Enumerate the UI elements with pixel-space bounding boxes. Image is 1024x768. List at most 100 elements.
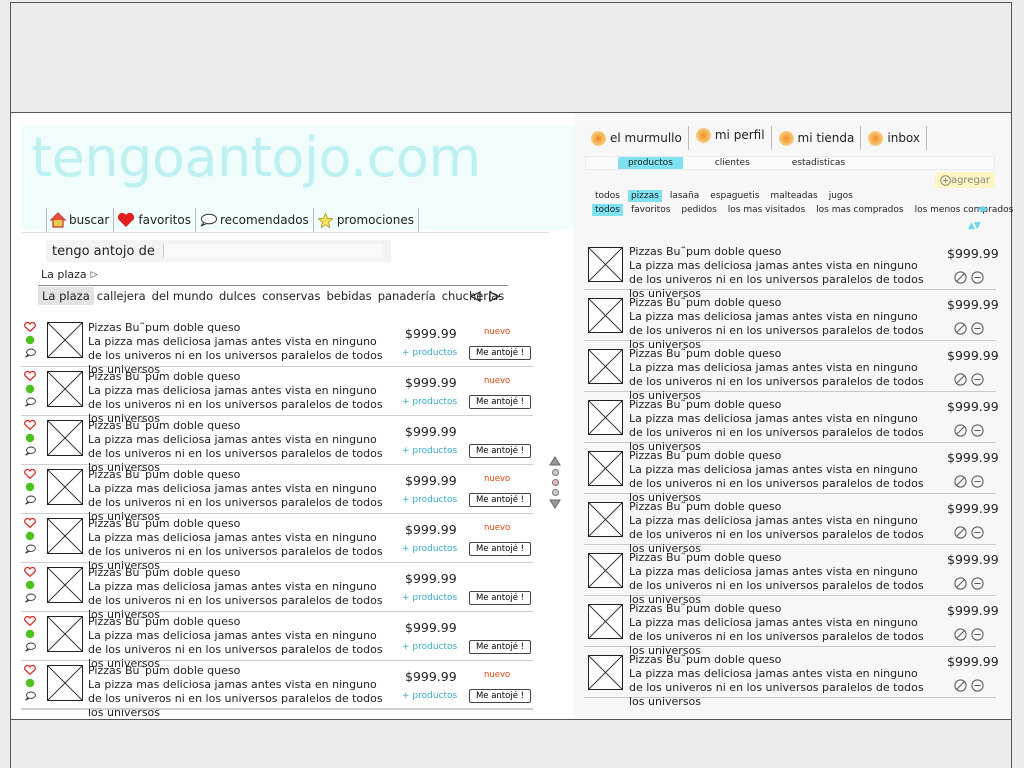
- product-title[interactable]: Pizzas Bu˜pum doble queso: [88, 615, 240, 628]
- product-image-placeholder[interactable]: [588, 298, 623, 333]
- disable-icon[interactable]: [954, 322, 967, 335]
- store-list-item[interactable]: Pizzas Bu˜pum doble queso La pizza mas d…: [584, 239, 999, 300]
- product-title[interactable]: Pizzas Bu˜pum doble queso: [629, 653, 781, 666]
- product-image-placeholder[interactable]: [588, 349, 623, 384]
- heart-outline-icon[interactable]: [24, 420, 36, 430]
- more-products-link[interactable]: + productos: [402, 544, 457, 554]
- list-item[interactable]: Pizzas Bu˜pum doble queso La pizza mas d…: [21, 367, 533, 425]
- product-title[interactable]: Pizzas Bu˜pum doble queso: [629, 551, 781, 564]
- product-image-placeholder[interactable]: [588, 502, 623, 537]
- filter-option[interactable]: pedidos: [678, 204, 719, 216]
- disable-icon[interactable]: [954, 526, 967, 539]
- product-image-placeholder[interactable]: [588, 553, 623, 588]
- disable-icon[interactable]: [954, 373, 967, 386]
- category-tab[interactable]: del mundo: [149, 289, 216, 303]
- nav-promociones[interactable]: promociones: [312, 208, 419, 232]
- list-item[interactable]: Pizzas Bu˜pum doble queso La pizza mas d…: [21, 465, 533, 523]
- heart-outline-icon[interactable]: [24, 567, 36, 577]
- crave-button[interactable]: Me antojé !: [469, 689, 531, 703]
- store-list-item[interactable]: Pizzas Bu˜pum doble queso La pizza mas d…: [584, 443, 999, 504]
- product-title[interactable]: Pizzas Bu˜pum doble queso: [629, 347, 781, 360]
- subtab-productos[interactable]: productos: [618, 157, 683, 169]
- comment-icon[interactable]: [24, 593, 36, 603]
- arrow-right-icon[interactable]: [489, 290, 500, 302]
- store-list-item[interactable]: Pizzas Bu˜pum doble queso La pizza mas d…: [584, 647, 999, 708]
- product-title[interactable]: Pizzas Bu˜pum doble queso: [88, 468, 240, 481]
- filter-option[interactable]: espaguetis: [707, 190, 762, 202]
- add-product-button[interactable]: agregar: [935, 172, 995, 188]
- heart-outline-icon[interactable]: [24, 518, 36, 528]
- list-item[interactable]: Pizzas Bu˜pum doble queso La pizza mas d…: [21, 563, 533, 621]
- disable-icon[interactable]: [954, 475, 967, 488]
- more-products-link[interactable]: + productos: [402, 691, 457, 701]
- tab-el-murmullo[interactable]: el murmullo: [591, 126, 689, 150]
- crave-button[interactable]: Me antojé !: [469, 591, 531, 605]
- comment-icon[interactable]: [24, 348, 36, 358]
- tab-mi-perfil[interactable]: mi perfil: [695, 126, 772, 150]
- disable-icon[interactable]: [954, 271, 967, 284]
- product-image-placeholder[interactable]: [588, 400, 623, 435]
- filter-option[interactable]: favoritos: [628, 204, 673, 216]
- category-tab[interactable]: La plaza: [38, 286, 94, 305]
- heart-outline-icon[interactable]: [24, 665, 36, 675]
- product-image-placeholder[interactable]: [47, 665, 83, 701]
- disable-icon[interactable]: [954, 424, 967, 437]
- more-products-link[interactable]: + productos: [402, 348, 457, 358]
- sort-up-down-icon[interactable]: ▲▼: [968, 221, 981, 231]
- product-title[interactable]: Pizzas Bu˜pum doble queso: [88, 664, 240, 677]
- store-list-item[interactable]: Pizzas Bu˜pum doble queso La pizza mas d…: [584, 494, 999, 555]
- page-dot-active[interactable]: [551, 479, 559, 486]
- product-image-placeholder[interactable]: [47, 420, 83, 456]
- store-list-item[interactable]: Pizzas Bu˜pum doble queso La pizza mas d…: [584, 545, 999, 606]
- product-image-placeholder[interactable]: [47, 567, 83, 603]
- store-list-item[interactable]: Pizzas Bu˜pum doble queso La pizza mas d…: [584, 392, 999, 453]
- heart-outline-icon[interactable]: [24, 322, 36, 332]
- store-list-item[interactable]: Pizzas Bu˜pum doble queso La pizza mas d…: [584, 290, 999, 351]
- category-tab[interactable]: dulces: [216, 289, 259, 303]
- crave-button[interactable]: Me antojé !: [469, 444, 531, 458]
- disable-icon[interactable]: [954, 628, 967, 641]
- category-tab[interactable]: conservas: [259, 289, 323, 303]
- crave-button[interactable]: Me antojé !: [469, 542, 531, 556]
- product-title[interactable]: Pizzas Bu˜pum doble queso: [629, 245, 781, 258]
- remove-icon[interactable]: [971, 475, 984, 488]
- product-image-placeholder[interactable]: [47, 518, 83, 554]
- filter-option[interactable]: malteadas: [767, 190, 820, 202]
- list-item[interactable]: Pizzas Bu˜pum doble queso La pizza mas d…: [21, 514, 533, 572]
- nav-recomendados[interactable]: recomendados: [194, 208, 313, 232]
- product-title[interactable]: Pizzas Bu˜pum doble queso: [629, 602, 781, 615]
- product-image-placeholder[interactable]: [588, 451, 623, 486]
- product-title[interactable]: Pizzas Bu˜pum doble queso: [88, 517, 240, 530]
- scroll-left-right-icon[interactable]: ◀▶: [977, 204, 988, 213]
- heart-outline-icon[interactable]: [24, 371, 36, 381]
- comment-icon[interactable]: [24, 495, 36, 505]
- store-list-item[interactable]: Pizzas Bu˜pum doble queso La pizza mas d…: [584, 341, 999, 402]
- more-products-link[interactable]: + productos: [402, 642, 457, 652]
- comment-icon[interactable]: [24, 642, 36, 652]
- remove-icon[interactable]: [971, 577, 984, 590]
- disable-icon[interactable]: [954, 679, 967, 692]
- craving-input[interactable]: [162, 244, 383, 258]
- list-item[interactable]: Pizzas Bu˜pum doble queso La pizza mas d…: [21, 416, 533, 474]
- remove-icon[interactable]: [971, 679, 984, 692]
- list-item[interactable]: Pizzas Bu˜pum doble queso La pizza mas d…: [21, 612, 533, 670]
- comment-icon[interactable]: [24, 397, 36, 407]
- crave-button[interactable]: Me antojé !: [469, 640, 531, 654]
- product-title[interactable]: Pizzas Bu˜pum doble queso: [629, 398, 781, 411]
- product-title[interactable]: Pizzas Bu˜pum doble queso: [88, 419, 240, 432]
- arrow-left-icon[interactable]: [470, 290, 481, 302]
- filter-option[interactable]: todos: [592, 190, 623, 202]
- product-title[interactable]: Pizzas Bu˜pum doble queso: [629, 500, 781, 513]
- comment-icon[interactable]: [24, 544, 36, 554]
- category-tab[interactable]: panadería: [375, 289, 439, 303]
- tab-mi-tienda[interactable]: mi tienda: [778, 126, 862, 150]
- nav-favoritos[interactable]: favoritos: [113, 208, 195, 232]
- product-image-placeholder[interactable]: [47, 469, 83, 505]
- more-products-link[interactable]: + productos: [402, 593, 457, 603]
- page-dot[interactable]: [551, 469, 559, 476]
- more-products-link[interactable]: + productos: [402, 446, 457, 456]
- filter-option[interactable]: jugos: [826, 190, 856, 202]
- plaza-heading[interactable]: La plaza ▷: [41, 268, 98, 281]
- filter-option[interactable]: todos: [592, 204, 623, 216]
- comment-icon[interactable]: [24, 446, 36, 456]
